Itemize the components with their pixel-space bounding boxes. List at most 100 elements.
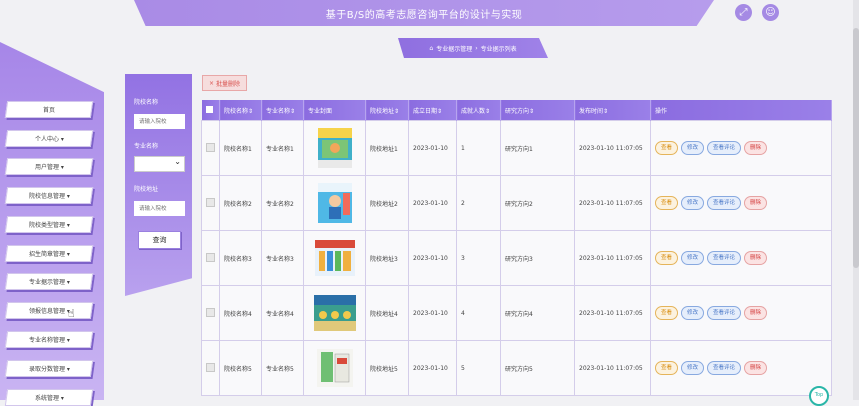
- cell-publish-time: 2023-01-10 11:07:05: [574, 285, 651, 341]
- col-achievement-count[interactable]: 成就人数⇕: [456, 100, 501, 121]
- user-icon[interactable]: ☺: [762, 4, 779, 21]
- cell-publish-time: 2023-01-10 11:07:05: [574, 230, 651, 286]
- sidebar-item-admission-score[interactable]: 录取分数管理 ▾: [4, 360, 94, 377]
- sidebar-item-school-type[interactable]: 院校类型管理 ▾: [4, 216, 94, 233]
- view-button[interactable]: 查看: [655, 361, 679, 375]
- table-row: 院校名称2 专业名称2 院校地址2 2023-01-10 2 研究方向2 202…: [201, 175, 832, 231]
- row-checkbox[interactable]: [201, 230, 220, 286]
- view-button[interactable]: 查看: [655, 141, 679, 155]
- cell-achievement-count: 4: [456, 285, 501, 341]
- sidebar-item-application-info[interactable]: 领报信息管理 ▾: [4, 302, 94, 319]
- breadcrumb-separator: ›: [475, 44, 478, 52]
- table-header-row: 院校名称⇕ 专业名称⇕ 专业封面 院校地址⇕ 成立日期⇕ 成就人数⇕ 研究方向⇕…: [201, 100, 832, 121]
- cell-school-name: 院校名称4: [219, 285, 262, 341]
- cell-research-direction: 研究方向3: [500, 230, 575, 286]
- sidebar-item-personal-center[interactable]: 个人中心 ▾: [4, 130, 94, 147]
- cell-cover-image: [303, 230, 366, 286]
- view-comments-button[interactable]: 查看评论: [707, 251, 742, 265]
- select-all-checkbox[interactable]: [201, 100, 220, 121]
- sidebar-item-school-info[interactable]: 院校信息管理 ▾: [4, 187, 94, 204]
- edit-button[interactable]: 修改: [681, 306, 705, 320]
- col-research-direction[interactable]: 研究方向⇕: [500, 100, 575, 121]
- cell-achievement-count: 2: [456, 175, 501, 231]
- edit-button[interactable]: 修改: [681, 251, 705, 265]
- breadcrumb-page: 专业据示列表: [480, 45, 517, 53]
- cell-cover-image: [303, 340, 366, 396]
- row-checkbox[interactable]: [201, 285, 220, 341]
- cell-research-direction: 研究方向4: [500, 285, 575, 341]
- col-established-date[interactable]: 成立日期⇕: [408, 100, 457, 121]
- col-major-name[interactable]: 专业名称⇕: [261, 100, 304, 121]
- cell-major-name: 专业名称5: [261, 340, 304, 396]
- sidebar-item-admission-brochure[interactable]: 招生简章管理 ▾: [4, 245, 94, 262]
- delete-button[interactable]: 删除: [744, 251, 768, 265]
- school-address-label: 院校地址: [134, 186, 159, 193]
- sidebar-item-major-name[interactable]: 专业名称管理 ▾: [4, 331, 94, 348]
- major-name-label: 专业名称: [134, 143, 159, 150]
- col-school-name[interactable]: 院校名称⇕: [219, 100, 262, 121]
- cell-cover-image: [303, 175, 366, 231]
- sidebar-item-system[interactable]: 系统管理 ▾: [4, 389, 94, 406]
- col-publish-time[interactable]: 发布时间⇕: [574, 100, 651, 121]
- view-comments-button[interactable]: 查看评论: [707, 361, 742, 375]
- view-comments-button[interactable]: 查看评论: [707, 196, 742, 210]
- school-name-input[interactable]: [134, 114, 185, 129]
- cell-school-name: 院校名称1: [219, 120, 262, 176]
- table-row: 院校名称4 专业名称4 院校地址4 2023-01-10 4 研究方向4 202…: [201, 285, 832, 341]
- back-to-top-button[interactable]: Top: [809, 386, 829, 406]
- cell-established-date: 2023-01-10: [408, 340, 457, 396]
- cell-school-address: 院校地址1: [365, 120, 409, 176]
- cell-publish-time: 2023-01-10 11:07:05: [574, 175, 651, 231]
- cell-cover-image: [303, 285, 366, 341]
- home-icon[interactable]: ⌂: [429, 45, 433, 52]
- sidebar-item-major-display[interactable]: 专业据示管理 ▾: [4, 273, 94, 290]
- scrollbar-thumb[interactable]: [853, 28, 859, 268]
- major-name-select[interactable]: [134, 156, 185, 172]
- cell-school-address: 院校地址4: [365, 285, 409, 341]
- cell-established-date: 2023-01-10: [408, 285, 457, 341]
- row-checkbox[interactable]: [201, 175, 220, 231]
- sidebar-item-user-management[interactable]: 用户管理 ▾: [4, 158, 94, 175]
- table-row: 院校名称5 专业名称5 院校地址5 2023-01-10 5 研究方向5 202…: [201, 340, 832, 396]
- expand-icon[interactable]: ⤢: [735, 4, 752, 21]
- cell-major-name: 专业名称4: [261, 285, 304, 341]
- delete-button[interactable]: 删除: [744, 141, 768, 155]
- edit-button[interactable]: 修改: [681, 361, 705, 375]
- cell-major-name: 专业名称3: [261, 230, 304, 286]
- app-title: 基于B/S的高考志愿咨询平台的设计与实现: [325, 9, 523, 21]
- search-button[interactable]: 查询: [138, 231, 181, 249]
- row-checkbox[interactable]: [201, 120, 220, 176]
- cell-actions: 查看 修改 查看评论 删除: [650, 230, 832, 286]
- cell-school-name: 院校名称2: [219, 175, 262, 231]
- app-title-bar: 基于B/S的高考志愿咨询平台的设计与实现: [134, 0, 714, 26]
- edit-button[interactable]: 修改: [681, 141, 705, 155]
- col-school-address[interactable]: 院校地址⇕: [365, 100, 409, 121]
- delete-button[interactable]: 删除: [744, 361, 768, 375]
- edit-button[interactable]: 修改: [681, 196, 705, 210]
- view-button[interactable]: 查看: [655, 251, 679, 265]
- cell-school-address: 院校地址5: [365, 340, 409, 396]
- cell-research-direction: 研究方向1: [500, 120, 575, 176]
- cell-research-direction: 研究方向2: [500, 175, 575, 231]
- col-major-cover: 专业封面: [303, 100, 366, 121]
- sidebar-item-home[interactable]: 首页: [4, 101, 94, 118]
- col-actions: 操作: [650, 100, 832, 121]
- cell-school-address: 院校地址2: [365, 175, 409, 231]
- table-row: 院校名称1 专业名称1 院校地址1 2023-01-10 1 研究方向1 202…: [201, 120, 832, 176]
- batch-delete-button[interactable]: × 批量删除: [202, 75, 247, 91]
- delete-button[interactable]: 删除: [744, 196, 768, 210]
- row-checkbox[interactable]: [201, 340, 220, 396]
- cell-actions: 查看 修改 查看评论 删除: [650, 340, 832, 396]
- cell-cover-image: [303, 120, 366, 176]
- school-address-input[interactable]: [134, 201, 185, 216]
- delete-button[interactable]: 删除: [744, 306, 768, 320]
- view-comments-button[interactable]: 查看评论: [707, 306, 742, 320]
- cell-achievement-count: 5: [456, 340, 501, 396]
- hand-cursor-icon: ☝: [68, 307, 75, 320]
- cell-school-address: 院校地址3: [365, 230, 409, 286]
- school-name-label: 院校名称: [134, 99, 159, 106]
- view-comments-button[interactable]: 查看评论: [707, 141, 742, 155]
- view-button[interactable]: 查看: [655, 196, 679, 210]
- view-button[interactable]: 查看: [655, 306, 679, 320]
- breadcrumb-section[interactable]: 专业据示管理: [436, 44, 472, 53]
